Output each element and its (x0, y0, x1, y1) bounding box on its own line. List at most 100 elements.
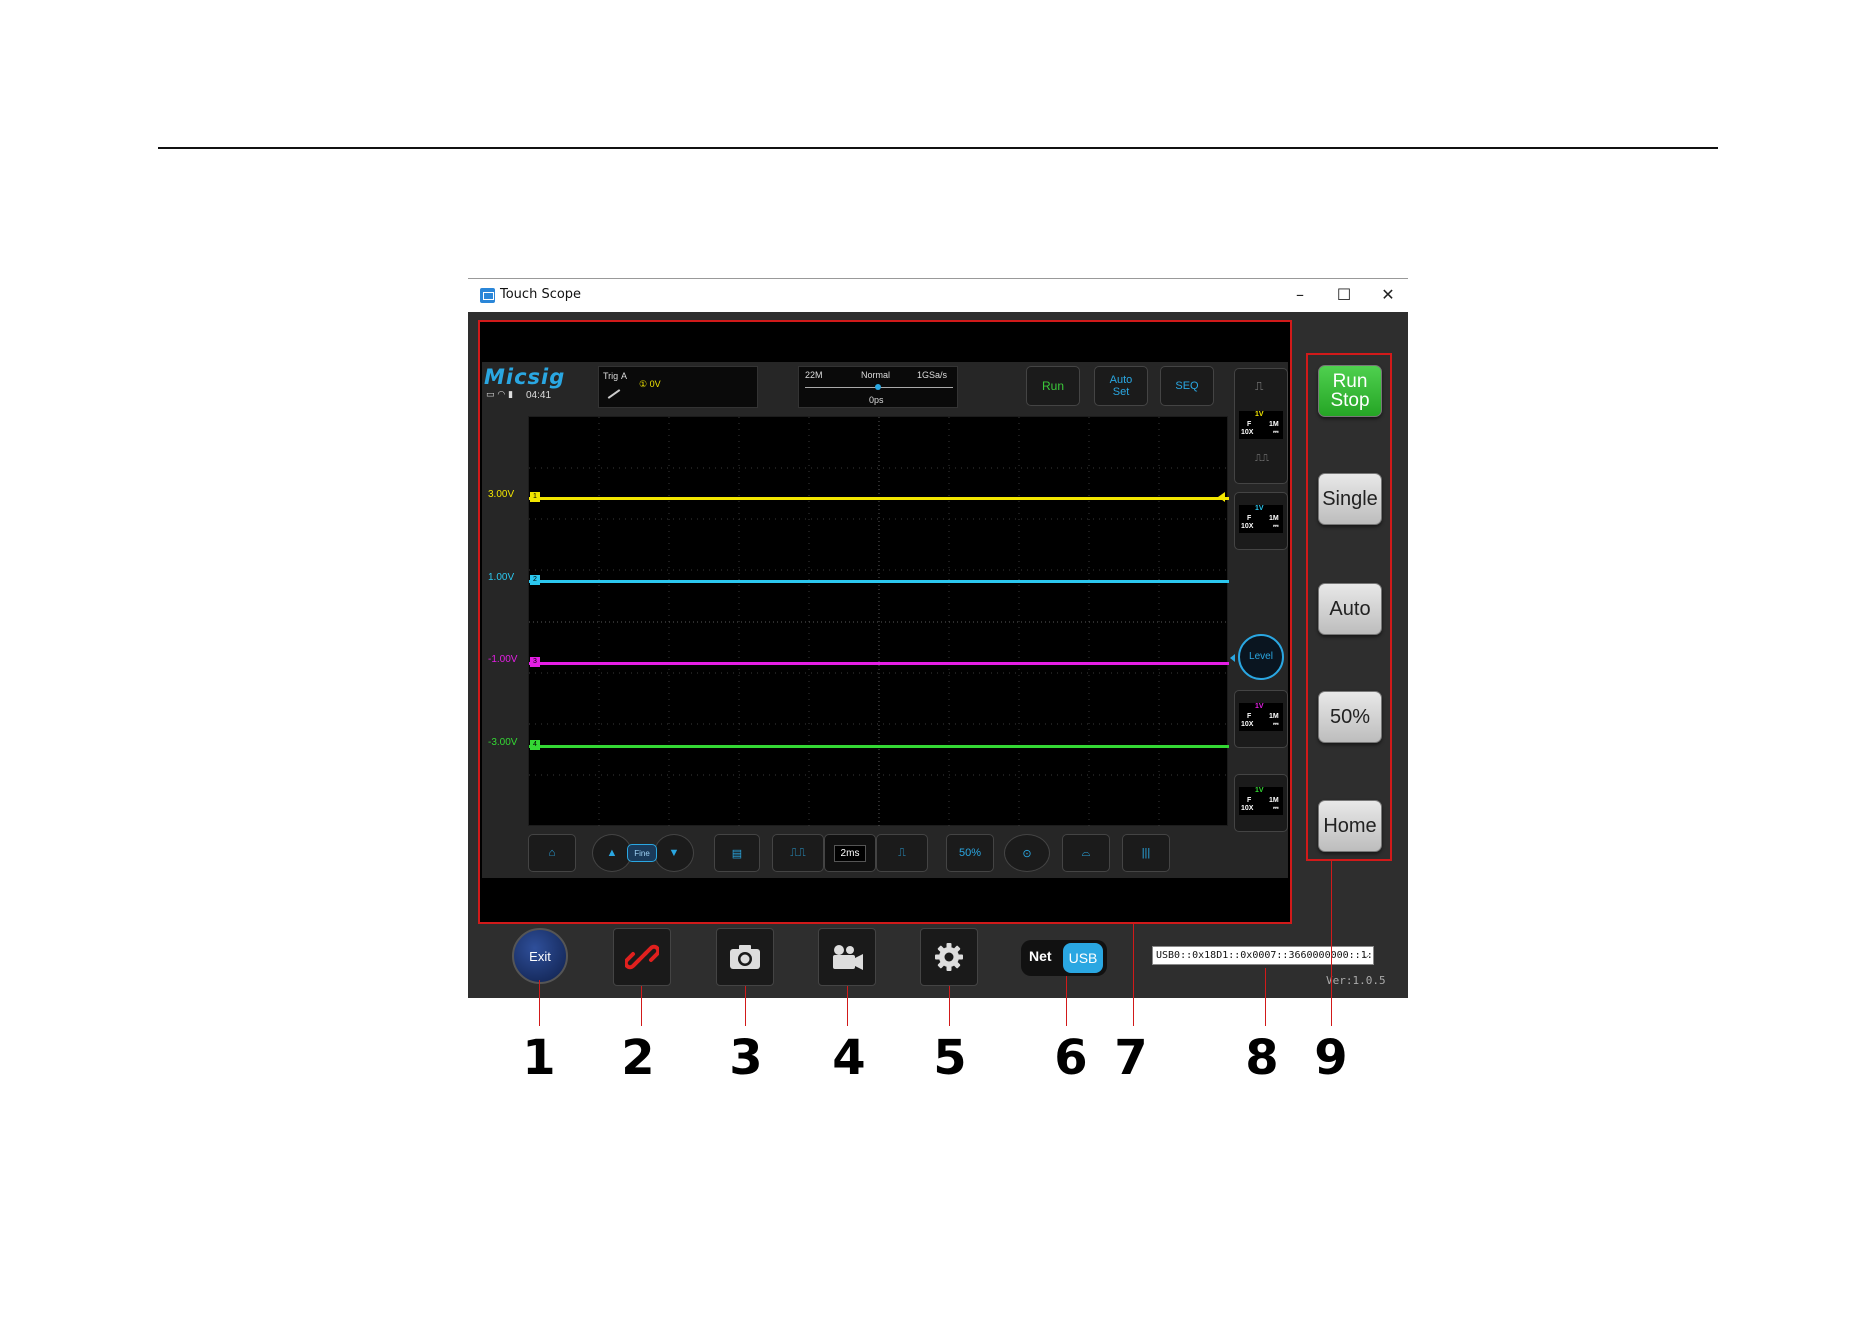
record-button[interactable] (818, 928, 876, 986)
single-button[interactable]: Single (1318, 473, 1382, 525)
ch3-dc: ⎓ (1273, 721, 1279, 728)
ch3-volts: 1V (1255, 703, 1264, 710)
side-button-group: Run Stop Single Auto 50% Home (1306, 353, 1392, 861)
ch4-panel[interactable]: 1V F 1M 10X ⎓ (1234, 774, 1288, 832)
callout-8: 8 (1245, 1030, 1279, 1086)
ch3-panel[interactable]: 1V F 1M 10X ⎓ (1234, 690, 1288, 748)
net-option[interactable]: Net (1029, 948, 1052, 964)
home-button[interactable]: Home (1318, 800, 1382, 852)
cursor-icon[interactable]: ||| (1122, 834, 1170, 872)
title-bar: Touch Scope – ☐ ✕ (468, 278, 1408, 312)
ch3-settings: 1V F 1M 10X ⎓ (1239, 703, 1283, 731)
ch1-probe: 10X (1241, 429, 1254, 436)
fifty-button[interactable]: 50% (1318, 691, 1382, 743)
memory-depth: 22M (805, 370, 823, 380)
ch2-impedance: 1M (1269, 515, 1279, 522)
trigger-title: Trig (603, 371, 619, 381)
scale-down-icon[interactable]: ▼ (654, 834, 694, 872)
autoset-label-1: Auto (1109, 374, 1133, 386)
connect-button[interactable] (613, 928, 671, 986)
trigger-source: A (621, 371, 628, 381)
seq-button[interactable]: SEQ (1160, 366, 1214, 406)
scope-display: Micsig ▭ ◠ ▮ 04:41 Trig A ① 0V 22M Norma… (482, 362, 1288, 878)
stop-label: Stop (1330, 390, 1370, 411)
scale-up-icon[interactable]: ▲ (592, 834, 632, 872)
ch1-coupling: F (1247, 421, 1252, 428)
settings-button[interactable] (920, 928, 978, 986)
ch4-marker[interactable]: 4 (530, 740, 540, 750)
window-title: Touch Scope (500, 287, 582, 302)
touch-scope-window: Touch Scope – ☐ ✕ Micsig ▭ ◠ ▮ 04:41 Tri… (468, 278, 1408, 998)
level-knob[interactable]: Level (1238, 634, 1284, 680)
run-button[interactable]: Run (1026, 366, 1080, 406)
ch2-offset-label: 1.00V (488, 572, 515, 583)
scope-display-frame: Micsig ▭ ◠ ▮ 04:41 Trig A ① 0V 22M Norma… (478, 320, 1292, 924)
ch1-trace (529, 497, 1229, 500)
pulse-icon: ⎍ (1255, 379, 1264, 393)
fine-toggle[interactable]: Fine (627, 844, 657, 862)
ch1-panel[interactable]: ⎍ 1V F 1M 10X ⎓ ⎍⎍ (1234, 368, 1288, 484)
callout-9: 9 (1314, 1030, 1348, 1086)
measure-icon[interactable]: ⌓ (1062, 834, 1110, 872)
timebase-position-dot (875, 384, 881, 390)
close-button[interactable]: ✕ (1374, 283, 1402, 307)
version-label: Ver:1.0.5 (1326, 974, 1386, 987)
ch3-probe: 10X (1241, 721, 1254, 728)
usb-option[interactable]: USB (1063, 943, 1103, 973)
ch2-dc: ⎓ (1273, 523, 1279, 530)
device-select-value: USB0::0x18D1::0x0007::3660000000::1::INS… (1156, 950, 1373, 961)
horizontal-position: 0ps (869, 395, 884, 405)
timebase-faster-icon[interactable]: ⎍⎍ (772, 834, 824, 872)
ch2-volts: 1V (1255, 505, 1264, 512)
net-usb-toggle[interactable]: Net USB (1021, 940, 1107, 976)
minimize-button[interactable]: – (1286, 283, 1314, 307)
trigger-level-marker[interactable] (1218, 492, 1225, 502)
graticule (529, 417, 1229, 827)
device-select[interactable]: USB0::0x18D1::0x0007::3660000000::1::INS… (1152, 946, 1374, 965)
callout-line-5 (949, 986, 950, 1026)
video-camera-icon (833, 945, 863, 970)
callout-line-1 (539, 980, 540, 1026)
auto-button[interactable]: Auto (1318, 583, 1382, 635)
pulse-icon-small: ⎍⎍ (1255, 453, 1269, 464)
single-trigger-icon[interactable]: ⊙ (1004, 834, 1050, 872)
acq-mode: Normal (861, 370, 891, 380)
ch3-offset-label: -1.00V (488, 654, 518, 665)
ch1-offset-label: 3.00V (488, 489, 515, 500)
callout-line-4 (847, 986, 848, 1026)
ch4-offset-label: -3.00V (488, 737, 518, 748)
ch2-panel[interactable]: 1V F 1M 10X ⎓ (1234, 492, 1288, 550)
ch3-marker[interactable]: 3 (530, 657, 540, 667)
ch1-settings: 1V F 1M 10X ⎓ (1239, 411, 1283, 439)
maximize-button[interactable]: ☐ (1330, 283, 1358, 307)
screenshot-button[interactable] (716, 928, 774, 986)
time-per-div-value: 2ms (833, 844, 867, 862)
timebase-info[interactable]: 22M Normal 1GSa/s 0ps (798, 366, 958, 408)
trigger-info[interactable]: Trig A ① 0V (598, 366, 758, 408)
autoset-button[interactable]: Auto Set (1094, 366, 1148, 406)
home-icon[interactable]: ⌂ (528, 834, 576, 872)
waveform-grid[interactable] (528, 416, 1229, 827)
fifty-percent-button[interactable]: 50% (946, 834, 994, 872)
ch2-marker[interactable]: 2 (530, 575, 540, 585)
callout-line-7 (1133, 924, 1134, 1026)
ch1-marker[interactable]: 1 (530, 492, 540, 502)
ch4-settings: 1V F 1M 10X ⎓ (1239, 787, 1283, 815)
ch4-impedance: 1M (1269, 797, 1279, 804)
callout-1: 1 (522, 1030, 556, 1086)
run-stop-button[interactable]: Run Stop (1318, 365, 1382, 417)
link-icon (625, 944, 659, 970)
sample-rate: 1GSa/s (917, 370, 948, 380)
timebase-slower-icon[interactable]: ⎍ (876, 834, 928, 872)
ch1-impedance: 1M (1269, 421, 1279, 428)
trigger-slope-icon (607, 389, 621, 399)
ch2-coupling: F (1247, 515, 1252, 522)
app-icon (480, 288, 495, 303)
save-icon[interactable]: ▤ (714, 834, 760, 872)
time-per-div[interactable]: 2ms (824, 834, 876, 872)
callout-4: 4 (832, 1030, 866, 1086)
ch3-trace (529, 662, 1229, 665)
callout-5: 5 (933, 1030, 967, 1086)
ch4-probe: 10X (1241, 805, 1254, 812)
exit-button[interactable]: Exit (512, 928, 568, 984)
